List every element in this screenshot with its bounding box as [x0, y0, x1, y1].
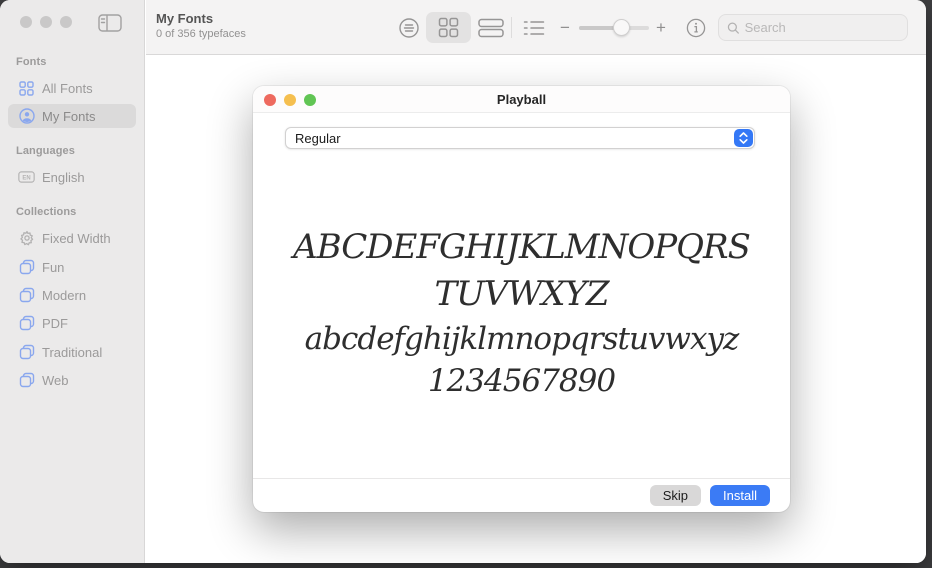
sidebar-item-my-fonts[interactable]: My Fonts [8, 104, 136, 128]
sidebar-item-label: Traditional [42, 345, 102, 360]
grid-icon [18, 80, 35, 97]
sidebar-item-label: My Fonts [42, 109, 95, 124]
stack-view-button[interactable] [472, 12, 510, 43]
sample-view-button[interactable] [391, 12, 427, 43]
font-book-window: Fonts All Fonts [0, 0, 926, 563]
zoom-in-button[interactable]: + [656, 12, 666, 43]
svg-text:EN: EN [22, 176, 30, 182]
collection-icon [18, 315, 35, 332]
list-view-button[interactable] [516, 12, 552, 43]
list-view-icon [523, 19, 545, 37]
style-select-value: Regular [295, 131, 341, 146]
page-title: My Fonts [156, 11, 213, 26]
sidebar-item-label: Modern [42, 288, 86, 303]
grid-view-icon [438, 17, 459, 38]
grid-view-button[interactable] [426, 12, 471, 43]
zoom-button[interactable] [60, 16, 72, 28]
toolbar-divider [511, 17, 512, 38]
sidebar-section-languages: Languages [16, 145, 75, 157]
sidebar-item-label: PDF [42, 316, 68, 331]
search-input[interactable] [745, 20, 899, 35]
toolbar: My Fonts 0 of 356 typefaces [146, 0, 926, 55]
sidebar-item-label: Fun [42, 260, 64, 275]
dialog-footer: Skip Install [253, 478, 790, 512]
minimize-button[interactable] [40, 16, 52, 28]
toggle-sidebar-icon[interactable] [98, 14, 122, 32]
close-button[interactable] [20, 16, 32, 28]
gear-icon [18, 230, 35, 247]
sidebar-section-collections: Collections [16, 206, 76, 218]
sidebar: Fonts All Fonts [0, 0, 145, 563]
preview-uppercase-line2: TUVWXYZ [434, 271, 608, 318]
typeface-count: 0 of 356 typefaces [156, 28, 246, 40]
sidebar-item-pdf[interactable]: PDF [8, 311, 136, 335]
search-field[interactable] [718, 14, 908, 41]
style-select[interactable]: Regular [285, 127, 755, 149]
sample-view-icon [398, 17, 420, 39]
collection-icon [18, 344, 35, 361]
collection-icon [18, 372, 35, 389]
dialog-title: Playball [253, 92, 790, 107]
sidebar-item-fun[interactable]: Fun [8, 255, 136, 279]
dialog-titlebar: Playball [253, 86, 790, 113]
preview-numerals: 1234567890 [428, 360, 615, 402]
skip-button[interactable]: Skip [650, 485, 701, 506]
sidebar-item-modern[interactable]: Modern [8, 283, 136, 307]
user-icon [18, 108, 35, 125]
font-install-dialog: Playball Regular ABCDEFGHIJKLMNOPQRS TUV… [253, 86, 790, 512]
preview-uppercase-line1: ABCDEFGHIJKLMNOPQRS [293, 224, 750, 271]
size-slider-knob[interactable] [613, 19, 630, 36]
sidebar-item-fixed-width[interactable]: Fixed Width [8, 226, 136, 250]
sidebar-item-label: English [42, 170, 85, 185]
collection-icon [18, 259, 35, 276]
info-icon [686, 18, 706, 38]
sidebar-item-label: Fixed Width [42, 231, 111, 246]
sidebar-item-web[interactable]: Web [8, 368, 136, 392]
chevron-up-down-icon [734, 129, 753, 147]
stack-view-icon [478, 17, 504, 39]
font-preview: ABCDEFGHIJKLMNOPQRS TUVWXYZ abcdefghijkl… [263, 149, 780, 477]
sidebar-item-traditional[interactable]: Traditional [8, 340, 136, 364]
sidebar-item-label: All Fonts [42, 81, 93, 96]
sidebar-item-all-fonts[interactable]: All Fonts [8, 76, 136, 100]
zoom-out-button[interactable]: − [560, 12, 570, 43]
en-badge-icon: EN [18, 169, 35, 186]
collection-icon [18, 287, 35, 304]
sidebar-item-english[interactable]: EN English [8, 165, 136, 189]
preview-lowercase: abcdefghijklmnopqrstuvwxyz [305, 318, 739, 360]
info-button[interactable] [680, 12, 712, 43]
search-icon [727, 21, 740, 35]
sidebar-item-label: Web [42, 373, 69, 388]
sidebar-section-fonts: Fonts [16, 56, 46, 68]
install-button[interactable]: Install [710, 485, 770, 506]
